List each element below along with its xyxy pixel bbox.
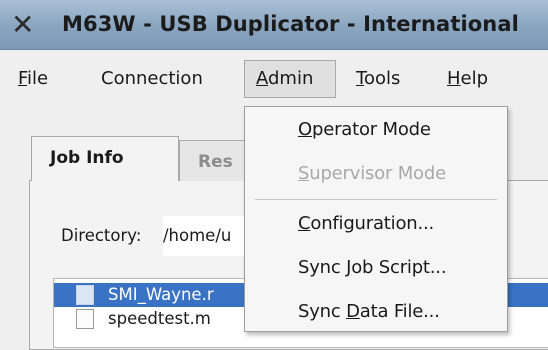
window-title: M63W - USB Duplicator - International bbox=[62, 12, 519, 36]
tab-job-info-label: Job Info bbox=[50, 148, 124, 168]
menu-help-post: elp bbox=[460, 68, 489, 89]
menu-item-sync-data-file[interactable]: Sync Data File... bbox=[298, 298, 440, 326]
menu-item-operator-mode[interactable]: Operator Mode bbox=[298, 116, 431, 144]
menu-item-sync-job-script[interactable]: Sync Job Script... bbox=[298, 254, 447, 282]
tab-job-info[interactable]: Job Info bbox=[31, 136, 179, 181]
menu-admin-mnemonic: A bbox=[256, 68, 268, 89]
file-name: SMI_Wayne.r bbox=[108, 285, 214, 304]
menu-item-post: ob Script... bbox=[351, 257, 447, 278]
file-icon bbox=[76, 285, 94, 305]
menu-file-mnemonic: F bbox=[18, 68, 28, 89]
menu-item-pre: Sync bbox=[298, 301, 347, 322]
menu-item-post: perator Mode bbox=[311, 119, 431, 140]
menu-help[interactable]: Help bbox=[447, 66, 488, 92]
menu-connection-label: Connection bbox=[101, 68, 203, 89]
menu-separator bbox=[255, 199, 497, 200]
menu-file[interactable]: File bbox=[18, 66, 48, 92]
menu-admin-post: dmin bbox=[268, 68, 314, 89]
menu-bar: File Connection Admin Tools Help bbox=[0, 50, 548, 106]
directory-label: Directory: bbox=[61, 226, 142, 245]
menu-item-supervisor-mode: Supervisor Mode bbox=[298, 160, 446, 188]
menu-item-pre: Sync bbox=[298, 257, 347, 278]
file-name: speedtest.m bbox=[108, 309, 211, 328]
menu-item-mnemonic: S bbox=[298, 163, 310, 184]
menu-admin[interactable]: Admin bbox=[256, 66, 313, 92]
menu-item-mnemonic: D bbox=[346, 301, 360, 322]
menu-item-post: ata File... bbox=[359, 301, 440, 322]
directory-value: /home/u bbox=[163, 226, 232, 245]
menu-item-post: onfiguration... bbox=[310, 213, 435, 234]
menu-item-mnemonic: O bbox=[298, 119, 312, 140]
menu-tools-post: ools bbox=[363, 68, 401, 89]
title-bar[interactable]: ✕ M63W - USB Duplicator - International bbox=[0, 0, 548, 50]
admin-dropdown-menu: Operator Mode Supervisor Mode Configurat… bbox=[244, 106, 508, 332]
menu-tools[interactable]: Tools bbox=[356, 66, 400, 92]
x-window-icon[interactable]: ✕ bbox=[11, 11, 41, 41]
menu-tools-mnemonic: T bbox=[356, 68, 364, 89]
menu-connection[interactable]: Connection bbox=[101, 66, 203, 92]
menu-item-post: upervisor Mode bbox=[309, 163, 446, 184]
menu-item-mnemonic: C bbox=[298, 213, 311, 234]
tab-results-label: Res bbox=[198, 152, 233, 172]
file-icon bbox=[76, 309, 94, 329]
menu-help-mnemonic: H bbox=[447, 68, 461, 89]
menu-file-post: ile bbox=[27, 68, 49, 89]
menu-item-configuration[interactable]: Configuration... bbox=[298, 210, 434, 238]
